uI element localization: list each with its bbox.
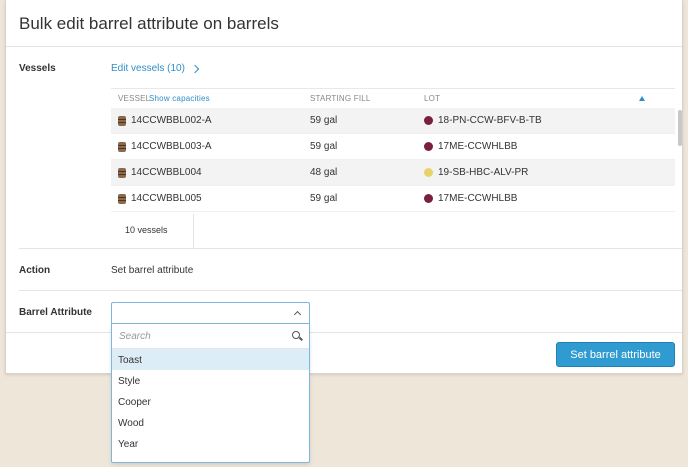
option-wood[interactable]: Wood xyxy=(112,412,309,433)
barrel-attribute-select[interactable] xyxy=(111,302,310,324)
set-barrel-attribute-button[interactable]: Set barrel attribute xyxy=(556,342,675,367)
vessel-count: 10 vessels xyxy=(111,214,194,248)
lot-code: 17ME-CCWHLBB xyxy=(438,141,518,152)
lot-color-dot xyxy=(424,116,433,125)
barrel-attribute-dropdown: Toast Style Cooper Wood Year xyxy=(111,324,310,463)
barrel-icon xyxy=(118,193,126,204)
option-cooper[interactable]: Cooper xyxy=(112,391,309,412)
divider xyxy=(19,290,682,291)
option-toast[interactable]: Toast xyxy=(112,349,309,370)
table-row: 14CCWBBL002-A 59 gal 18-PN-CCW-BFV-B-TB xyxy=(111,108,675,134)
search-icon xyxy=(292,331,300,339)
sort-ascending-icon[interactable] xyxy=(639,96,645,101)
bulk-edit-modal: Bulk edit barrel attribute on barrels Ve… xyxy=(5,0,683,374)
starting-fill: 48 gal xyxy=(310,167,338,178)
column-lot[interactable]: LOT xyxy=(424,94,440,103)
lot-code: 17ME-CCWHLBB xyxy=(438,193,518,204)
lot-color-dot xyxy=(424,168,433,177)
vessel-name: 14CCWBBL002-A xyxy=(131,115,212,126)
divider xyxy=(19,248,682,249)
edit-vessels-link[interactable]: Edit vessels (10) xyxy=(111,63,200,74)
column-vessel[interactable]: VESSEL xyxy=(118,94,150,103)
starting-fill: 59 gal xyxy=(310,193,338,204)
modal-header: Bulk edit barrel attribute on barrels xyxy=(6,0,682,47)
vessel-name: 14CCWBBL004 xyxy=(131,167,202,178)
lot-color-dot xyxy=(424,194,433,203)
lot-code: 19-SB-HBC-ALV-PR xyxy=(438,167,529,178)
barrel-attribute-label: Barrel Attribute xyxy=(19,307,92,318)
vessels-table: VESSEL Show capacities STARTING FILL LOT… xyxy=(111,88,675,212)
table-scrollbar[interactable] xyxy=(678,110,682,146)
table-row: 14CCWBBL003-A 59 gal 17ME-CCWHLBB xyxy=(111,134,675,160)
lot-color-dot xyxy=(424,142,433,151)
barrel-icon xyxy=(118,167,126,178)
chevron-right-icon xyxy=(190,64,200,73)
show-capacities-link[interactable]: Show capacities xyxy=(149,94,210,103)
starting-fill: 59 gal xyxy=(310,115,338,126)
edit-vessels-label: Edit vessels (10) xyxy=(111,63,185,74)
dropdown-search xyxy=(112,324,309,349)
modal-footer: Set barrel attribute xyxy=(6,332,682,374)
barrel-icon xyxy=(118,115,126,126)
action-label: Action xyxy=(19,265,51,276)
table-header: VESSEL Show capacities STARTING FILL LOT xyxy=(111,88,675,108)
option-year[interactable]: Year xyxy=(112,433,309,454)
lot-code: 18-PN-CCW-BFV-B-TB xyxy=(438,115,542,126)
vessel-name: 14CCWBBL003-A xyxy=(131,141,212,152)
starting-fill: 59 gal xyxy=(310,141,338,152)
table-row: 14CCWBBL004 48 gal 19-SB-HBC-ALV-PR xyxy=(111,160,675,186)
barrel-icon xyxy=(118,141,126,152)
modal-title: Bulk edit barrel attribute on barrels xyxy=(19,14,279,33)
action-value: Set barrel attribute xyxy=(111,265,194,276)
table-row: 14CCWBBL005 59 gal 17ME-CCWHLBB xyxy=(111,186,675,212)
chevron-up-icon xyxy=(293,310,302,319)
vessel-name: 14CCWBBL005 xyxy=(131,193,202,204)
option-style[interactable]: Style xyxy=(112,370,309,391)
search-input[interactable] xyxy=(112,324,287,348)
vessels-label: Vessels xyxy=(19,63,56,74)
column-starting-fill[interactable]: STARTING FILL xyxy=(310,94,371,103)
